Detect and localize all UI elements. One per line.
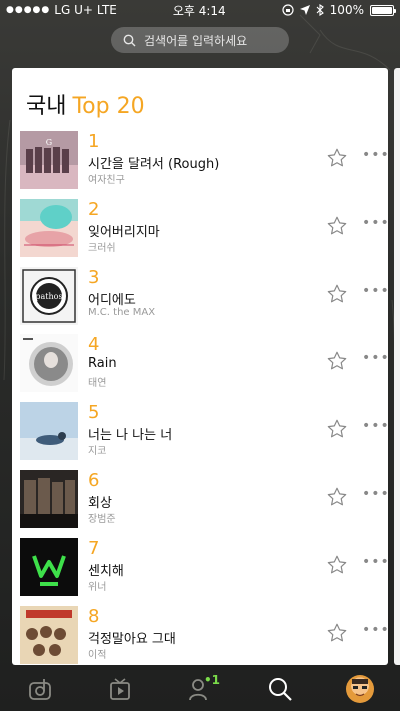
tv-icon bbox=[110, 677, 130, 700]
chart-title: 국내 Top 20 bbox=[26, 88, 145, 120]
tab-friends[interactable]: •1 bbox=[180, 669, 220, 709]
album-cover bbox=[20, 402, 78, 461]
song-title: 걱정말아요 그대 bbox=[88, 631, 176, 647]
favorite-star-icon[interactable] bbox=[326, 554, 348, 576]
more-options-icon[interactable]: ••• bbox=[362, 418, 388, 434]
artist-name: 이적 bbox=[88, 649, 107, 661]
song-row[interactable]: pathos 3 어디에도 M.C. the MAX ••• bbox=[12, 265, 388, 333]
clock: 오후 4:14 bbox=[172, 3, 226, 18]
battery-percent: 100% bbox=[329, 3, 364, 17]
artist-name: 지코 bbox=[88, 446, 107, 458]
rank-number: 6 bbox=[88, 469, 100, 491]
signal-strength-icon: ●●●●● bbox=[6, 5, 51, 15]
artist-name: 장범준 bbox=[88, 513, 116, 525]
tab-music[interactable] bbox=[20, 669, 60, 709]
favorite-star-icon[interactable] bbox=[326, 283, 348, 305]
album-cover bbox=[20, 469, 78, 528]
avatar bbox=[346, 674, 374, 703]
more-options-icon[interactable]: ••• bbox=[362, 554, 388, 570]
artist-name: 태연 bbox=[88, 378, 107, 390]
network-label: LTE bbox=[96, 3, 117, 17]
status-left: ●●●●● LG U+ LTE bbox=[6, 3, 117, 17]
song-title: 센치해 bbox=[88, 563, 124, 579]
tab-video[interactable] bbox=[100, 669, 140, 709]
favorite-star-icon[interactable] bbox=[326, 622, 348, 644]
favorite-star-icon[interactable] bbox=[326, 350, 348, 372]
favorite-star-icon[interactable] bbox=[326, 486, 348, 508]
artist-name: 크러쉬 bbox=[88, 242, 116, 254]
song-title: 잊어버리지마 bbox=[88, 224, 160, 240]
song-title: 너는 나 나는 너 bbox=[88, 428, 173, 444]
song-row[interactable]: 7 센치해 위너 ••• bbox=[12, 536, 388, 604]
more-options-icon[interactable]: ••• bbox=[362, 622, 388, 638]
status-bar: ●●●●● LG U+ LTE 오후 4:14 100% bbox=[0, 0, 400, 20]
next-card-peek[interactable] bbox=[394, 68, 400, 665]
tab-bar: •1 bbox=[0, 666, 400, 711]
song-row[interactable]: G 1 시간을 달려서 (Rough) 여자친구 ••• bbox=[12, 129, 388, 197]
status-right: 100% bbox=[282, 3, 396, 17]
album-cover: pathos bbox=[20, 266, 78, 325]
svg-text:G: G bbox=[46, 138, 52, 147]
svg-text:pathos: pathos bbox=[35, 292, 62, 301]
carrier-label: LG U+ bbox=[54, 3, 93, 17]
song-title: 어디에도 bbox=[88, 292, 136, 308]
search-placeholder: 검색어를 입력하세요 bbox=[144, 33, 248, 48]
song-row[interactable]: 5 너는 나 나는 너 지코 ••• bbox=[12, 400, 388, 468]
rank-number: 7 bbox=[88, 537, 100, 559]
rank-number: 4 bbox=[88, 334, 100, 356]
search-input[interactable]: 검색어를 입력하세요 bbox=[111, 27, 289, 53]
chart-title-highlight: Top 20 bbox=[72, 94, 145, 119]
song-title: Rain bbox=[88, 356, 117, 372]
battery-icon bbox=[369, 4, 396, 16]
more-options-icon[interactable]: ••• bbox=[362, 486, 388, 502]
song-row[interactable]: 6 회상 장범준 ••• bbox=[12, 468, 388, 536]
music-note-icon bbox=[29, 678, 51, 700]
song-title: 회상 bbox=[88, 495, 112, 511]
chart-title-prefix: 국내 bbox=[26, 94, 67, 119]
song-title: 시간을 달려서 (Rough) bbox=[88, 157, 220, 172]
favorite-star-icon[interactable] bbox=[326, 147, 348, 169]
album-cover bbox=[20, 198, 78, 257]
song-row[interactable]: 4 Rain 태연 ••• bbox=[12, 332, 388, 400]
battery-fill bbox=[371, 6, 392, 14]
album-cover bbox=[20, 334, 78, 393]
album-cover bbox=[20, 537, 78, 596]
tab-profile[interactable] bbox=[340, 669, 380, 709]
rank-number: 5 bbox=[88, 402, 100, 424]
rank-number: 1 bbox=[88, 131, 100, 152]
chart-card: 국내 Top 20 G 1 시간을 달려서 (Rough) 여자친구 ••• 2… bbox=[12, 68, 388, 665]
rank-number: 3 bbox=[88, 266, 100, 288]
artist-name: M.C. the MAX bbox=[88, 306, 156, 318]
favorite-star-icon[interactable] bbox=[326, 418, 348, 440]
bluetooth-icon bbox=[316, 4, 324, 16]
friends-badge-count: 1 bbox=[211, 672, 221, 687]
song-list: G 1 시간을 달려서 (Rough) 여자친구 ••• 2 잊어버리지마 크러… bbox=[12, 129, 388, 665]
more-options-icon[interactable]: ••• bbox=[362, 147, 388, 163]
search-icon bbox=[269, 677, 292, 701]
song-row[interactable]: 2 잊어버리지마 크러쉬 ••• bbox=[12, 197, 388, 265]
location-arrow-icon bbox=[299, 5, 310, 15]
album-cover bbox=[20, 605, 78, 664]
artist-name: 위너 bbox=[88, 581, 107, 593]
search-icon bbox=[123, 34, 136, 46]
rotation-lock-icon bbox=[282, 4, 294, 16]
album-cover: G bbox=[20, 131, 78, 189]
song-row[interactable]: 8 걱정말아요 그대 이적 ••• bbox=[12, 604, 388, 665]
artist-name: 여자친구 bbox=[88, 175, 125, 186]
rank-number: 8 bbox=[88, 605, 100, 627]
favorite-star-icon[interactable] bbox=[326, 215, 348, 237]
friends-badge: •1 bbox=[204, 672, 221, 687]
more-options-icon[interactable]: ••• bbox=[362, 350, 388, 366]
tab-search[interactable] bbox=[260, 669, 300, 709]
rank-number: 2 bbox=[88, 198, 100, 220]
more-options-icon[interactable]: ••• bbox=[362, 215, 388, 231]
more-options-icon[interactable]: ••• bbox=[362, 283, 388, 299]
